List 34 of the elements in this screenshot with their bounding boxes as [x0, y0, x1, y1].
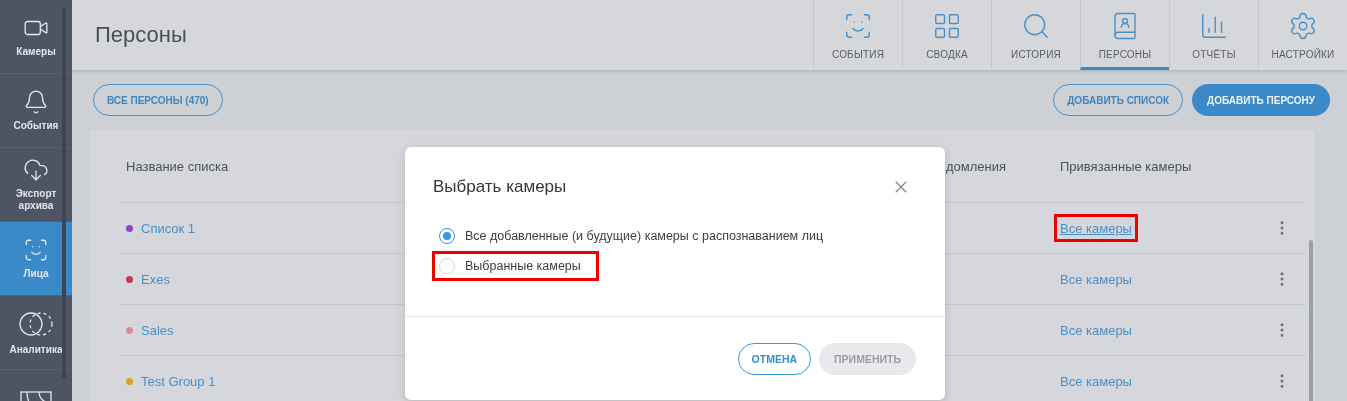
cancel-button[interactable]: ОТМЕНА — [737, 342, 812, 375]
list-name-link[interactable]: Список 1 — [141, 220, 196, 236]
add-person-button[interactable]: ДОБАВИТЬ ПЕРСОНУ — [1192, 84, 1330, 116]
list-name-link[interactable]: Exes — [141, 271, 170, 287]
radio-label[interactable]: Выбранные камеры — [465, 259, 581, 273]
nav-tab[interactable]: ПЕРСОНЫ — [1080, 0, 1169, 70]
overlapping-circles-icon — [18, 309, 54, 339]
settings-icon — [1288, 11, 1318, 41]
nav-tab[interactable]: СВОДКА — [902, 0, 991, 70]
cameras-link[interactable]: Все камеры — [1060, 221, 1132, 236]
nav-tab[interactable]: ИСТОРИЯ — [991, 0, 1080, 70]
radio-label[interactable]: Все добавленные (и будущие) камеры с распознаванием лиц — [465, 229, 824, 243]
bar-chart-icon — [1199, 11, 1229, 41]
page-title: Персоны — [95, 22, 188, 48]
nav-tab[interactable]: НАСТРОЙКИ — [1258, 0, 1347, 70]
cameras-link[interactable]: Все камеры — [1060, 323, 1132, 338]
dialog-title: Выбрать камеры — [433, 177, 567, 197]
cameras-link[interactable]: Все камеры — [1060, 272, 1132, 287]
cameras-link[interactable]: Все камеры — [1060, 374, 1132, 389]
list-name-link[interactable]: Test Group 1 — [141, 373, 216, 389]
column-header: Название списка — [125, 158, 230, 174]
column-header: Привязанные камеры — [1059, 158, 1193, 174]
face-scan-icon — [843, 11, 873, 41]
search-icon — [1021, 11, 1051, 41]
cloud-download-icon — [23, 157, 49, 183]
sidebar-item[interactable]: Лица — [0, 222, 72, 296]
scrollbar[interactable] — [1309, 240, 1313, 401]
face-scan-icon — [23, 237, 49, 263]
list-name-link[interactable]: Sales — [141, 322, 174, 338]
grid-icon — [932, 11, 962, 41]
nav-tab[interactable]: СОБЫТИЯ — [813, 0, 902, 70]
nav-tab[interactable]: ОТЧЁТЫ — [1169, 0, 1258, 70]
bell-icon — [23, 89, 49, 115]
column-header: домления — [945, 158, 1008, 174]
